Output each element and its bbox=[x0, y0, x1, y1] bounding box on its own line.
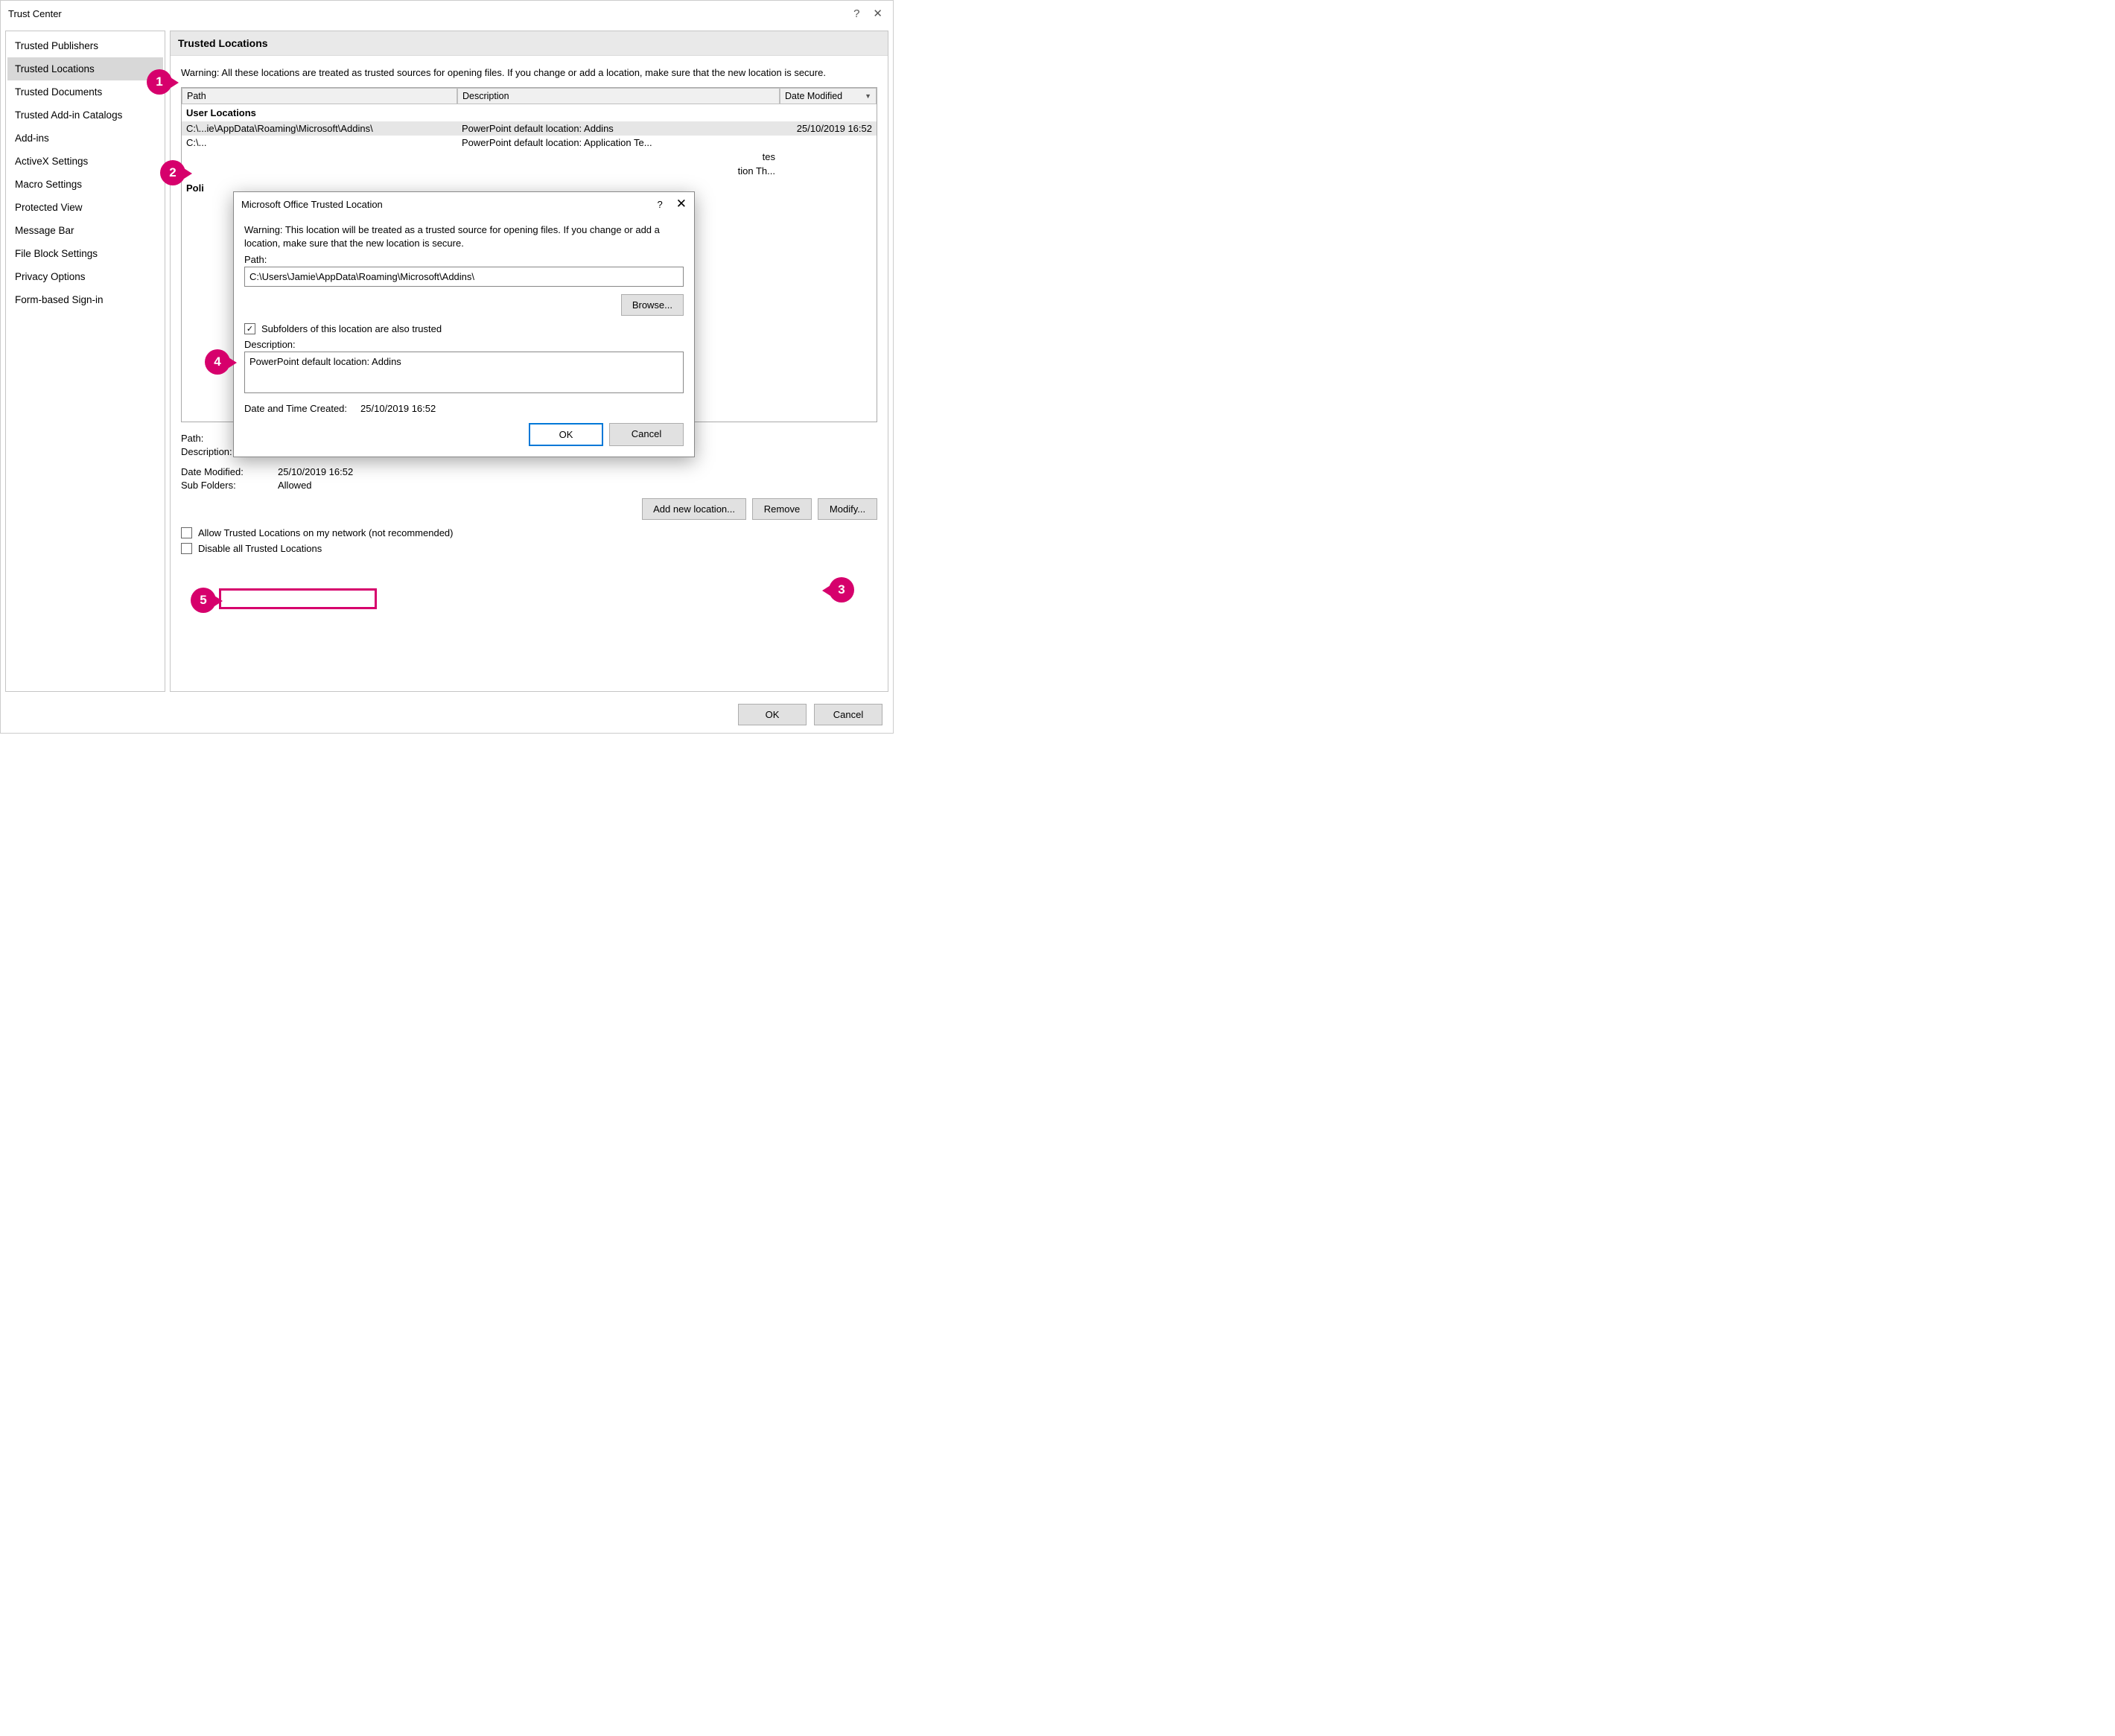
callout-badge-4: 4 bbox=[205, 349, 230, 375]
dialog-footer-buttons: OK Cancel bbox=[1, 696, 893, 733]
sidebar-item-protected-view[interactable]: Protected View bbox=[7, 196, 163, 219]
modal-cancel-button[interactable]: Cancel bbox=[609, 423, 684, 446]
modal-date-created: Date and Time Created: 25/10/2019 16:52 bbox=[244, 403, 684, 414]
disable-all-checkbox[interactable] bbox=[181, 543, 192, 554]
cell-date bbox=[775, 151, 872, 162]
sidebar-item-addins[interactable]: Add-ins bbox=[7, 127, 163, 150]
sidebar-item-form-based-signin[interactable]: Form-based Sign-in bbox=[7, 288, 163, 311]
sidebar-item-trusted-publishers[interactable]: Trusted Publishers bbox=[7, 34, 163, 57]
sidebar-item-trusted-documents[interactable]: Trusted Documents bbox=[7, 80, 163, 104]
disable-all-checkbox-row[interactable]: Disable all Trusted Locations bbox=[181, 543, 877, 554]
cell-desc: PowerPoint default location: Addins bbox=[462, 123, 775, 134]
modal-close-icon[interactable]: ✕ bbox=[676, 197, 687, 212]
trusted-location-dialog: Microsoft Office Trusted Location ? ✕ Wa… bbox=[233, 191, 695, 457]
modal-ok-button[interactable]: OK bbox=[529, 423, 603, 446]
callout-badge-1: 1 bbox=[147, 69, 172, 95]
sidebar-item-macro-settings[interactable]: Macro Settings bbox=[7, 173, 163, 196]
subfolders-label: Subfolders of this location are also tru… bbox=[261, 323, 442, 334]
sidebar-item-file-block-settings[interactable]: File Block Settings bbox=[7, 242, 163, 265]
window-titlebar: Trust Center ? ✕ bbox=[1, 1, 893, 26]
section-header: Trusted Locations bbox=[171, 31, 888, 56]
window-title: Trust Center bbox=[8, 8, 853, 19]
cell-date bbox=[775, 165, 872, 177]
detail-date-label: Date Modified: bbox=[181, 466, 278, 477]
table-row[interactable]: C:\... PowerPoint default location: Appl… bbox=[182, 136, 877, 150]
subfolders-checkbox[interactable]: ✓ bbox=[244, 323, 255, 334]
col-date-label: Date Modified bbox=[785, 91, 842, 101]
sort-arrow-icon: ▼ bbox=[865, 92, 871, 100]
cell-path bbox=[186, 165, 462, 177]
col-path[interactable]: Path bbox=[182, 88, 457, 104]
help-icon[interactable]: ? bbox=[853, 7, 859, 20]
modal-help-icon[interactable]: ? bbox=[658, 199, 663, 210]
location-action-buttons: Add new location... Remove Modify... bbox=[181, 498, 877, 520]
col-date-modified[interactable]: Date Modified ▼ bbox=[780, 88, 877, 104]
cell-date bbox=[775, 137, 872, 148]
add-new-location-button[interactable]: Add new location... bbox=[642, 498, 746, 520]
allow-network-checkbox[interactable] bbox=[181, 527, 192, 538]
callout-badge-3: 3 bbox=[829, 577, 854, 602]
cell-desc: tion Th... bbox=[462, 165, 775, 177]
detail-subfolders-label: Sub Folders: bbox=[181, 480, 278, 491]
cell-desc: tes bbox=[462, 151, 775, 162]
category-sidebar: Trusted Publishers Trusted Locations Tru… bbox=[5, 31, 165, 692]
modal-desc-label: Description: bbox=[244, 339, 684, 350]
cell-date: 25/10/2019 16:52 bbox=[775, 123, 872, 134]
titlebar-controls: ? ✕ bbox=[853, 7, 885, 20]
modal-title: Microsoft Office Trusted Location bbox=[241, 199, 658, 210]
warning-text: Warning: All these locations are treated… bbox=[181, 66, 877, 80]
modal-date-value: 25/10/2019 16:52 bbox=[360, 403, 436, 414]
remove-button[interactable]: Remove bbox=[752, 498, 812, 520]
sidebar-item-activex-settings[interactable]: ActiveX Settings bbox=[7, 150, 163, 173]
modal-path-label: Path: bbox=[244, 254, 684, 265]
subfolders-checkbox-row[interactable]: ✓ Subfolders of this location are also t… bbox=[244, 323, 684, 334]
cell-desc: PowerPoint default location: Application… bbox=[462, 137, 775, 148]
disable-all-label: Disable all Trusted Locations bbox=[198, 543, 322, 554]
sidebar-item-message-bar[interactable]: Message Bar bbox=[7, 219, 163, 242]
modal-desc-input[interactable] bbox=[244, 352, 684, 393]
browse-button[interactable]: Browse... bbox=[621, 294, 684, 316]
modal-body: Warning: This location will be treated a… bbox=[234, 216, 694, 457]
group-user-locations: User Locations bbox=[182, 104, 877, 121]
table-row[interactable]: C:\...ie\AppData\Roaming\Microsoft\Addin… bbox=[182, 121, 877, 136]
table-row[interactable]: tion Th... bbox=[182, 164, 877, 178]
cancel-button[interactable]: Cancel bbox=[814, 704, 882, 725]
modal-footer-buttons: OK Cancel bbox=[244, 423, 684, 446]
modify-button[interactable]: Modify... bbox=[818, 498, 877, 520]
cell-path: C:\...ie\AppData\Roaming\Microsoft\Addin… bbox=[186, 123, 462, 134]
allow-network-checkbox-row[interactable]: Allow Trusted Locations on my network (n… bbox=[181, 527, 877, 538]
callout-badge-5: 5 bbox=[191, 588, 216, 613]
callout-badge-2: 2 bbox=[160, 160, 185, 185]
allow-network-label: Allow Trusted Locations on my network (n… bbox=[198, 527, 454, 538]
cell-path: C:\... bbox=[186, 137, 462, 148]
table-row[interactable]: tes bbox=[182, 150, 877, 164]
modal-path-input[interactable] bbox=[244, 267, 684, 287]
col-description[interactable]: Description bbox=[457, 88, 780, 104]
modal-titlebar: Microsoft Office Trusted Location ? ✕ bbox=[234, 192, 694, 216]
table-header: Path Description Date Modified ▼ bbox=[182, 88, 877, 104]
sidebar-item-privacy-options[interactable]: Privacy Options bbox=[7, 265, 163, 288]
sidebar-item-trusted-addin-catalogs[interactable]: Trusted Add-in Catalogs bbox=[7, 104, 163, 127]
ok-button[interactable]: OK bbox=[738, 704, 807, 725]
sidebar-item-trusted-locations[interactable]: Trusted Locations bbox=[7, 57, 163, 80]
cell-path bbox=[186, 151, 462, 162]
modal-warning: Warning: This location will be treated a… bbox=[244, 223, 684, 249]
close-icon[interactable]: ✕ bbox=[873, 7, 882, 20]
modal-date-label: Date and Time Created: bbox=[244, 403, 347, 414]
detail-subfolders-value: Allowed bbox=[278, 480, 312, 491]
detail-date-value: 25/10/2019 16:52 bbox=[278, 466, 353, 477]
